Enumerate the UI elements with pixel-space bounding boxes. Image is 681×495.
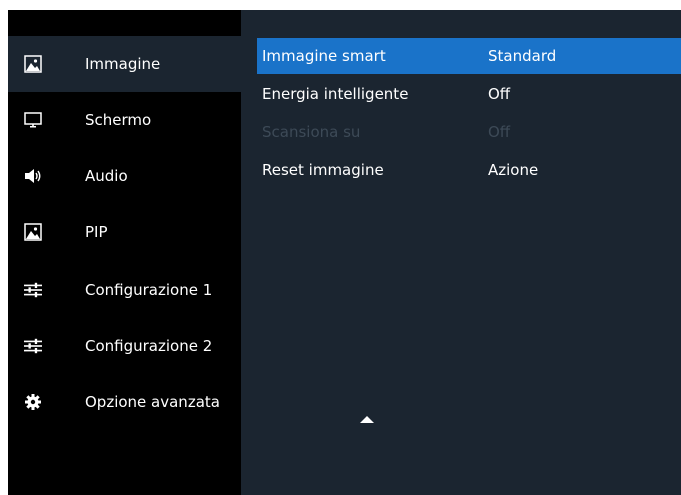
sidebar-item-label: PIP [85, 223, 108, 241]
sidebar-item-audio[interactable]: Audio [8, 148, 241, 204]
menu-row-name: Energia intelligente [262, 85, 409, 103]
sidebar-item-configurazione-2[interactable]: Configurazione 2 [8, 318, 241, 374]
sidebar-item-label: Opzione avanzata [85, 393, 220, 411]
sidebar: Immagine Schermo Audio PIP Configurazion… [8, 10, 241, 495]
menu-row-value: Azione [488, 161, 539, 179]
sliders-icon [24, 337, 42, 355]
sidebar-item-opzione-avanzata[interactable]: Opzione avanzata [8, 374, 241, 430]
menu-row-immagine-smart[interactable]: Immagine smart Standard [257, 38, 681, 74]
sidebar-item-label: Audio [85, 167, 128, 185]
sidebar-item-label: Configurazione 1 [85, 281, 213, 299]
gear-icon [24, 393, 42, 411]
settings-panel: Immagine smart Standard Energia intellig… [241, 10, 681, 495]
menu-row-name: Reset immagine [262, 161, 384, 179]
menu-row-reset-immagine[interactable]: Reset immagine Azione [257, 152, 681, 188]
sidebar-item-pip[interactable]: PIP [8, 204, 241, 260]
menu-row-value: Off [488, 123, 511, 141]
monitor-icon [24, 111, 42, 129]
menu-row-value: Standard [488, 47, 557, 65]
menu-row-name: Immagine smart [262, 47, 386, 65]
speaker-icon [24, 167, 42, 185]
picture-in-picture-icon [24, 223, 42, 241]
sidebar-item-label: Schermo [85, 111, 152, 129]
menu-row-scansiona-su: Scansiona su Off [257, 114, 681, 150]
menu-row-energia-intelligente[interactable]: Energia intelligente Off [257, 76, 681, 112]
menu-row-value: Off [488, 85, 511, 103]
sliders-icon [24, 281, 42, 299]
picture-icon [24, 55, 42, 73]
up-arrow-icon[interactable] [360, 416, 374, 423]
sidebar-item-immagine[interactable]: Immagine [8, 36, 241, 92]
sidebar-item-label: Immagine [85, 55, 161, 73]
sidebar-item-label: Configurazione 2 [85, 337, 213, 355]
sidebar-item-configurazione-1[interactable]: Configurazione 1 [8, 262, 241, 318]
osd-menu: Immagine Schermo Audio PIP Configurazion… [8, 10, 681, 495]
menu-row-name: Scansiona su [262, 123, 361, 141]
sidebar-item-schermo[interactable]: Schermo [8, 92, 241, 148]
